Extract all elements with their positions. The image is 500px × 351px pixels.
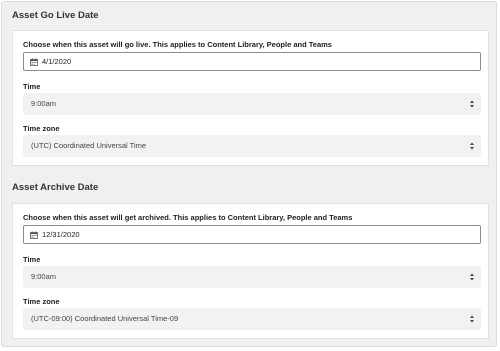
- archive-time-value: 9:00am: [31, 272, 57, 281]
- select-arrows-icon: [470, 142, 474, 150]
- calendar-icon: [30, 231, 38, 239]
- archive-timezone-label: Time zone: [23, 297, 60, 306]
- schedule-panel: Asset Go Live Date Choose when this asse…: [1, 1, 497, 347]
- go-live-choose-label: Choose when this asset will go live. Thi…: [23, 40, 332, 49]
- archive-time-label: Time: [23, 255, 41, 264]
- archive-date-input[interactable]: 12/31/2020: [23, 225, 481, 244]
- go-live-time-select[interactable]: 9:00am: [23, 93, 481, 115]
- select-arrows-icon: [470, 315, 474, 323]
- select-arrows-icon: [470, 100, 474, 108]
- calendar-icon: [30, 58, 38, 66]
- go-live-timezone-label: Time zone: [23, 124, 60, 133]
- archive-date-value: 12/31/2020: [42, 230, 80, 239]
- archive-timezone-select[interactable]: (UTC-09:00) Coordinated Universal Time-0…: [23, 308, 481, 330]
- go-live-time-value: 9:00am: [31, 99, 57, 108]
- archive-choose-label: Choose when this asset will get archived…: [23, 213, 353, 222]
- go-live-card: Choose when this asset will go live. Thi…: [12, 30, 489, 166]
- go-live-date-input[interactable]: 4/1/2020: [23, 52, 481, 71]
- go-live-timezone-select[interactable]: (UTC) Coordinated Universal Time: [23, 135, 481, 157]
- go-live-time-label: Time: [23, 82, 41, 91]
- archive-timezone-value: (UTC-09:00) Coordinated Universal Time-0…: [31, 314, 179, 323]
- archive-card: Choose when this asset will get archived…: [12, 203, 489, 339]
- archive-time-select[interactable]: 9:00am: [23, 266, 481, 288]
- archive-section-title: Asset Archive Date: [12, 182, 99, 193]
- select-arrows-icon: [470, 273, 474, 281]
- go-live-timezone-value: (UTC) Coordinated Universal Time: [31, 141, 147, 150]
- go-live-date-value: 4/1/2020: [42, 57, 72, 66]
- go-live-section-title: Asset Go Live Date: [12, 10, 99, 21]
